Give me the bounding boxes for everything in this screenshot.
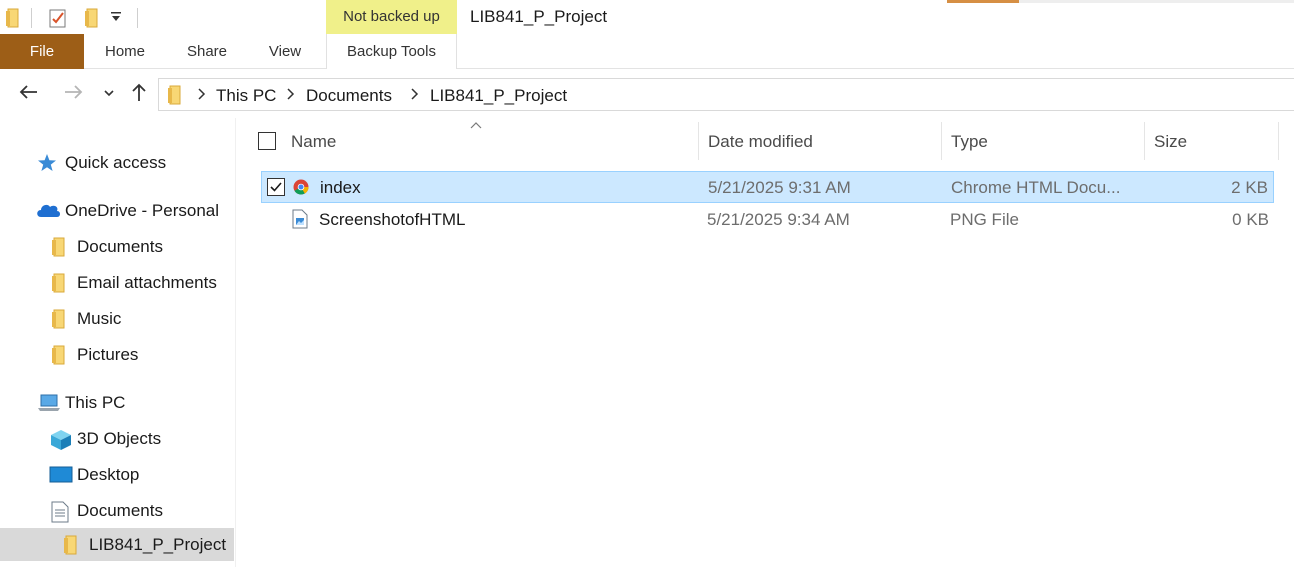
address-bar[interactable]: This PC Documents LIB841_P_Project	[158, 78, 1294, 111]
file-size: 2 KB	[1231, 178, 1268, 197]
select-all-checkbox[interactable]	[258, 132, 276, 150]
column-divider[interactable]	[698, 122, 699, 160]
folder-icon	[167, 85, 183, 110]
sidebar-item-label: Documents	[77, 237, 163, 256]
sidebar-item-desktop[interactable]: Desktop	[0, 458, 234, 491]
file-name: ScreenshotofHTML	[319, 210, 466, 229]
column-header-type[interactable]: Type	[951, 122, 988, 162]
column-divider[interactable]	[1144, 122, 1145, 160]
sidebar-item-this-pc[interactable]: This PC	[0, 386, 234, 419]
sidebar-item-label: OneDrive - Personal	[65, 201, 220, 220]
folder-icon	[51, 273, 71, 293]
file-name: index	[320, 178, 361, 197]
file-date-modified: 5/21/2025 9:31 AM	[708, 178, 851, 197]
sidebar-item-label: This PC	[65, 393, 126, 412]
desktop-icon	[49, 465, 73, 485]
sidebar-item-documents[interactable]: Documents	[0, 494, 234, 527]
row-checkbox[interactable]	[267, 178, 285, 196]
sidebar-item-label: Quick access	[65, 153, 167, 172]
tab-view[interactable]: View	[258, 34, 312, 69]
toolbar-divider	[31, 8, 32, 28]
breadcrumb-current-folder[interactable]: LIB841_P_Project	[430, 86, 567, 106]
forward-button[interactable]	[62, 82, 86, 106]
folder-icon	[51, 309, 71, 329]
sidebar-item-label: Documents	[77, 501, 163, 520]
column-header-name[interactable]: Name	[291, 122, 336, 162]
tab-backup-tools[interactable]: Backup Tools	[326, 34, 457, 69]
sidebar-item-label: 3D Objects	[77, 429, 162, 448]
title-strip	[1019, 0, 1294, 3]
sidebar-item-label: Music	[77, 309, 122, 328]
sidebar-item-label: Pictures	[77, 345, 139, 364]
file-row-screenshotofhtml[interactable]: ScreenshotofHTML 5/21/2025 9:34 AM PNG F…	[261, 204, 1274, 236]
customize-toolbar-icon[interactable]	[110, 10, 122, 29]
ribbon-tabs: File Home Share View Backup Tools	[0, 34, 1294, 69]
chevron-right-icon[interactable]	[196, 88, 206, 103]
properties-icon[interactable]	[49, 8, 67, 33]
column-header-size[interactable]: Size	[1154, 122, 1187, 162]
sidebar-item-quick-access[interactable]: Quick access	[0, 146, 234, 179]
file-type: Chrome HTML Docu...	[951, 178, 1121, 197]
folder-icon	[51, 345, 71, 365]
arrow-up-icon	[131, 82, 147, 107]
sidebar-item-email-attachments[interactable]: Email attachments	[0, 266, 234, 299]
recent-locations-button[interactable]	[97, 82, 121, 106]
sidebar-item-label: Email attachments	[77, 273, 217, 292]
breadcrumb-this-pc[interactable]: This PC	[216, 86, 276, 106]
folder-icon	[51, 237, 71, 257]
window-title: LIB841_P_Project	[470, 7, 608, 26]
file-list: Name Date modified Type Size index 5/21/…	[237, 118, 1294, 567]
sidebar-item-label: Desktop	[77, 465, 140, 484]
accent-strip	[947, 0, 1019, 3]
column-divider[interactable]	[941, 122, 942, 160]
chevron-down-icon	[103, 85, 115, 103]
contextual-tab-header: Not backed up	[326, 0, 457, 34]
image-file-icon	[292, 209, 308, 234]
sort-ascending-icon	[470, 118, 482, 132]
cloud-icon	[35, 201, 61, 221]
file-size: 0 KB	[1232, 210, 1269, 229]
sidebar-item-onedrive[interactable]: OneDrive - Personal	[0, 194, 234, 227]
sidebar-item-music[interactable]: Music	[0, 302, 234, 335]
arrow-right-icon	[64, 84, 84, 105]
navigation-pane: Quick access OneDrive - Personal Documen…	[0, 118, 236, 567]
back-button[interactable]	[16, 82, 40, 106]
tab-share[interactable]: Share	[178, 34, 236, 69]
column-header-date-modified[interactable]: Date modified	[708, 122, 813, 162]
file-row-index[interactable]: index 5/21/2025 9:31 AM Chrome HTML Docu…	[261, 171, 1274, 203]
sidebar-item-lib841-project[interactable]: LIB841_P_Project	[0, 528, 234, 561]
file-date-modified: 5/21/2025 9:34 AM	[707, 210, 850, 229]
new-folder-icon[interactable]	[84, 8, 100, 33]
breadcrumb-documents[interactable]: Documents	[306, 86, 392, 106]
folder-icon	[63, 535, 83, 555]
star-icon	[37, 153, 57, 173]
arrow-left-icon	[18, 84, 38, 105]
document-icon	[51, 501, 71, 523]
up-button[interactable]	[127, 82, 151, 106]
file-type: PNG File	[950, 210, 1019, 229]
tab-file[interactable]: File	[0, 34, 84, 69]
title-bar: Not backed up LIB841_P_Project	[0, 0, 1294, 35]
sidebar-item-pictures[interactable]: Pictures	[0, 338, 234, 371]
sidebar-item-3d-objects[interactable]: 3D Objects	[0, 422, 234, 455]
toolbar-divider	[137, 8, 138, 28]
sidebar-item-label: LIB841_P_Project	[89, 535, 227, 554]
navigation-bar: This PC Documents LIB841_P_Project	[0, 76, 1294, 112]
chrome-icon	[293, 179, 309, 200]
chevron-right-icon[interactable]	[409, 88, 419, 103]
sidebar-item-onedrive-documents[interactable]: Documents	[0, 230, 234, 263]
folder-icon	[5, 8, 21, 33]
tab-home[interactable]: Home	[93, 34, 157, 69]
chevron-right-icon[interactable]	[285, 88, 295, 103]
cube-icon	[49, 429, 73, 450]
computer-icon	[37, 393, 61, 413]
column-divider[interactable]	[1278, 122, 1279, 160]
